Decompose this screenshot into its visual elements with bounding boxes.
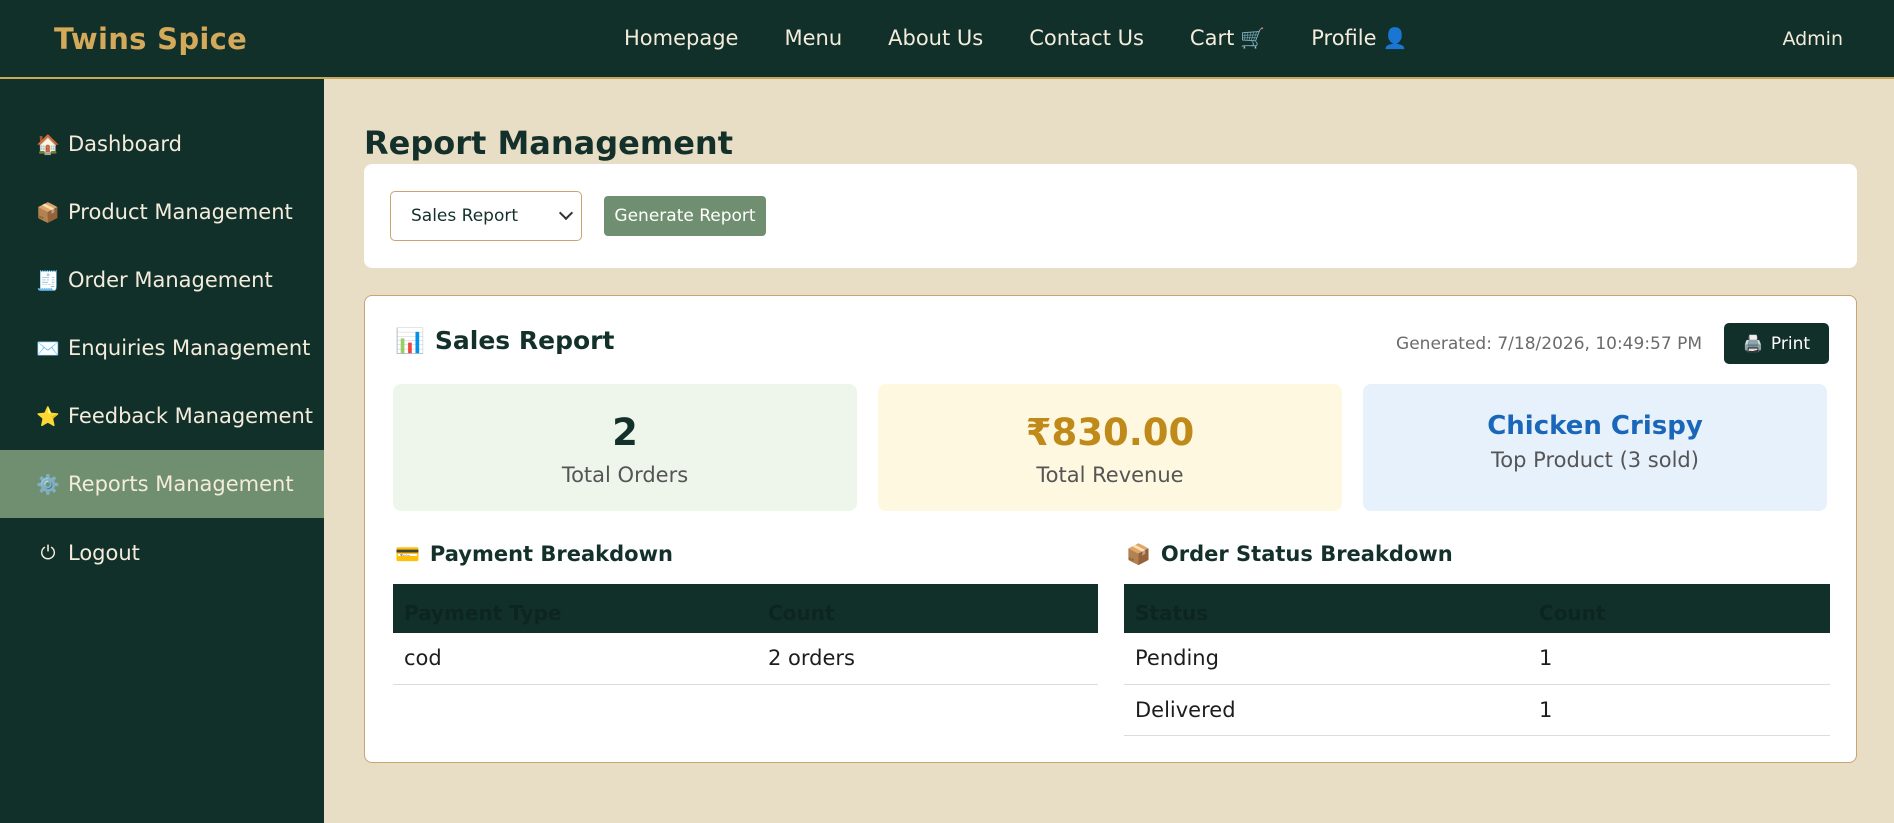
stat-value: ₹830.00 — [1025, 411, 1195, 454]
sidebar-item-feedback-management[interactable]: ⭐ Feedback Management — [0, 382, 324, 450]
page-title: Report Management — [364, 124, 733, 162]
table-header-row: Status Count — [1124, 584, 1830, 633]
nav-menu-label: Menu — [784, 26, 843, 50]
sidebar-item-enquiries-management[interactable]: ✉️ Enquiries Management — [0, 314, 324, 382]
sidebar-item-label: Enquiries Management — [68, 336, 311, 360]
nav-homepage-label: Homepage — [624, 26, 739, 50]
profile-icon: 👤 — [1382, 26, 1408, 50]
nav-profile[interactable]: Profile 👤 — [1311, 26, 1407, 50]
nav-about-us[interactable]: About Us — [888, 26, 983, 50]
report-header: 📊 Sales Report — [395, 326, 614, 355]
sidebar: 🏠 Dashboard 📦 Product Management 🧾 Order… — [0, 79, 324, 823]
nav-contact-label: Contact Us — [1029, 26, 1144, 50]
power-icon: ⏻ — [40, 542, 56, 564]
bar-chart-icon: 📊 — [395, 326, 425, 355]
column-header: Status — [1124, 584, 1528, 633]
nav-cart-label: Cart — [1189, 26, 1235, 50]
report-controls: Sales Report Generate Report — [364, 164, 1857, 268]
stat-total-revenue: ₹830.00 Total Revenue — [878, 384, 1342, 511]
stat-label: Total Revenue — [1036, 463, 1184, 487]
report-title: Sales Report — [434, 326, 615, 355]
table-cell: Pending — [1124, 633, 1528, 685]
sidebar-item-label: Logout — [68, 541, 140, 565]
stat-label: Top Product (3 sold) — [1491, 448, 1699, 472]
sidebar-item-order-management[interactable]: 🧾 Order Management — [0, 246, 324, 314]
order-status-heading: 📦 Order Status Breakdown — [1126, 542, 1453, 566]
table-row: cod 2 orders — [393, 633, 1098, 685]
stat-top-product: Chicken Crispy Top Product (3 sold) — [1363, 384, 1827, 511]
sidebar-item-label: Reports Management — [68, 472, 294, 496]
envelope-icon: ✉️ — [36, 337, 60, 360]
print-label: Print — [1770, 333, 1811, 354]
table-row: Delivered 1 — [1124, 684, 1830, 736]
gear-icon: ⚙️ — [36, 473, 60, 496]
nav-menu[interactable]: Menu — [784, 26, 842, 50]
sidebar-item-label: Order Management — [68, 268, 273, 292]
payment-breakdown-title: Payment Breakdown — [429, 542, 673, 566]
sidebar-item-reports-management[interactable]: ⚙️ Reports Management — [0, 450, 324, 518]
sidebar-item-label: Product Management — [68, 200, 293, 224]
table-cell: 2 orders — [757, 633, 1098, 685]
brand-logo[interactable]: Twins Spice — [54, 22, 247, 56]
sidebar-item-dashboard[interactable]: 🏠 Dashboard — [0, 110, 324, 178]
stat-value: 2 — [612, 411, 638, 454]
stat-value: Chicken Crispy — [1487, 411, 1703, 441]
star-icon: ⭐ — [36, 405, 60, 428]
nav-cart[interactable]: Cart 🛒 — [1190, 26, 1265, 50]
table-cell: 1 — [1528, 633, 1830, 685]
table-cell: 1 — [1528, 684, 1830, 736]
table-row: Pending 1 — [1124, 633, 1830, 685]
receipt-icon: 🧾 — [36, 269, 60, 292]
cart-icon: 🛒 — [1240, 26, 1266, 50]
package-icon: 📦 — [1126, 542, 1151, 566]
credit-card-icon: 💳 — [395, 542, 420, 566]
package-icon: 📦 — [36, 201, 60, 224]
generated-timestamp: Generated: 7/18/2026, 10:49:57 PM — [1396, 334, 1702, 354]
column-header: Count — [757, 584, 1098, 633]
column-header: Count — [1528, 584, 1830, 633]
report-card: 📊 Sales Report Generated: 7/18/2026, 10:… — [364, 295, 1857, 763]
user-name[interactable]: Admin — [1782, 28, 1843, 50]
payment-breakdown-heading: 💳 Payment Breakdown — [395, 542, 673, 566]
column-header: Payment Type — [393, 584, 757, 633]
stat-total-orders: 2 Total Orders — [393, 384, 857, 511]
home-icon: 🏠 — [36, 133, 60, 156]
table-header-row: Payment Type Count — [393, 584, 1098, 633]
printer-icon: 🖨️ — [1742, 334, 1763, 353]
report-type-select[interactable]: Sales Report — [390, 191, 582, 241]
table-cell: cod — [393, 633, 757, 685]
print-button[interactable]: 🖨️ Print — [1724, 323, 1829, 364]
chevron-down-icon — [558, 205, 574, 221]
sidebar-item-logout[interactable]: ⏻ Logout — [0, 519, 324, 587]
generate-report-button[interactable]: Generate Report — [604, 196, 766, 236]
sidebar-item-product-management[interactable]: 📦 Product Management — [0, 178, 324, 246]
report-type-value: Sales Report — [411, 206, 519, 226]
order-status-table: Status Count Pending 1 Delivered 1 — [1124, 584, 1830, 736]
main-nav: Homepage Menu About Us Contact Us Cart 🛒 … — [624, 26, 1407, 50]
stat-label: Total Orders — [561, 463, 689, 487]
payment-breakdown-table: Payment Type Count cod 2 orders — [393, 584, 1098, 685]
table-cell: Delivered — [1124, 684, 1528, 736]
nav-about-label: About Us — [888, 26, 984, 50]
top-navbar: Twins Spice Homepage Menu About Us Conta… — [0, 0, 1894, 79]
nav-profile-label: Profile — [1311, 26, 1377, 50]
nav-homepage[interactable]: Homepage — [624, 26, 738, 50]
nav-contact-us[interactable]: Contact Us — [1029, 26, 1144, 50]
sidebar-item-label: Dashboard — [68, 132, 182, 156]
order-status-title: Order Status Breakdown — [1160, 542, 1453, 566]
sidebar-item-label: Feedback Management — [68, 404, 314, 428]
